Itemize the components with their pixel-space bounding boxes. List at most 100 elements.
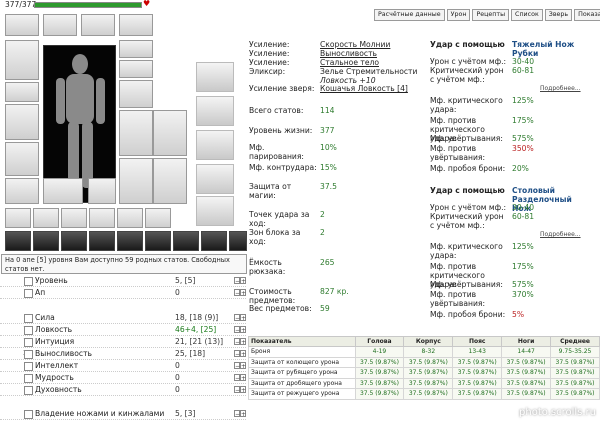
more-link[interactable]: Подробнее... bbox=[540, 85, 581, 92]
tab-2[interactable]: Рецепты bbox=[472, 9, 510, 21]
buff-value[interactable]: Скорость Молнии bbox=[320, 40, 390, 49]
belt-slot[interactable] bbox=[5, 178, 39, 204]
stat-plus-minus: −+ bbox=[234, 374, 247, 382]
tab-5[interactable]: Показатели bbox=[574, 9, 600, 21]
tab-0[interactable]: Расчётные данные bbox=[374, 9, 445, 21]
weapon-slot[interactable] bbox=[5, 104, 39, 140]
stat-plus-minus: −+ bbox=[234, 277, 247, 285]
stat-input[interactable] bbox=[24, 314, 33, 323]
armor-slot[interactable] bbox=[5, 142, 39, 176]
rune-slot[interactable] bbox=[5, 231, 31, 251]
plus-button[interactable]: + bbox=[240, 338, 246, 346]
rune-slot[interactable] bbox=[61, 231, 87, 251]
summary-label: Зон блока за ход: bbox=[249, 228, 301, 246]
equipment-slot[interactable] bbox=[43, 14, 77, 36]
stat-input[interactable] bbox=[24, 410, 33, 419]
crit-label: Критический урон с учётом мф.: bbox=[430, 212, 504, 230]
tab-bar: Расчётные данные Урон Рецепты Список Зверь По… bbox=[374, 9, 600, 21]
table-cell: 37.5 (9.87%) bbox=[452, 367, 503, 379]
tab-3[interactable]: Список bbox=[511, 9, 543, 21]
pet-slot[interactable] bbox=[196, 62, 234, 92]
table-row: Защита от рубящего урона 37.5 (9.87%) 37.5… bbox=[248, 367, 600, 379]
stat-plus-minus: −+ bbox=[234, 410, 247, 418]
rune-slot[interactable] bbox=[33, 231, 59, 251]
table-cell: Броня bbox=[248, 346, 356, 358]
equipment-slot[interactable] bbox=[119, 14, 153, 36]
rune-slot[interactable] bbox=[229, 231, 247, 251]
plus-button[interactable]: + bbox=[240, 350, 246, 358]
stat-input[interactable] bbox=[24, 338, 33, 347]
stat-input[interactable] bbox=[24, 362, 33, 371]
table-cell: 37.5 (9.87%) bbox=[354, 356, 405, 368]
weapon-stat-label: Мф. увёртывания: bbox=[430, 280, 503, 289]
rune-slot[interactable] bbox=[173, 231, 199, 251]
plus-button[interactable]: + bbox=[240, 374, 246, 382]
equipment-slot[interactable] bbox=[81, 14, 115, 36]
tab-4[interactable]: Зверь bbox=[544, 9, 573, 21]
cloak-slot[interactable] bbox=[153, 158, 187, 204]
leggings-slot[interactable] bbox=[119, 158, 153, 204]
table-cell: 37.5 (9.87%) bbox=[452, 388, 503, 400]
buff-value[interactable]: Выносливость bbox=[320, 49, 377, 58]
ring-slot[interactable] bbox=[119, 60, 153, 78]
table-cell: 37.5 (9.87%) bbox=[550, 388, 600, 400]
table-cell: 37.5 (9.87%) bbox=[501, 356, 552, 368]
table-cell: 37.5 (9.87%) bbox=[550, 356, 600, 368]
rune-slot[interactable] bbox=[145, 231, 171, 251]
tab-1[interactable]: Урон bbox=[446, 9, 471, 21]
pet-slot[interactable] bbox=[196, 130, 234, 160]
helmet-slot[interactable] bbox=[5, 40, 39, 80]
pet-slot[interactable] bbox=[196, 96, 234, 126]
stat-name: Ловкость bbox=[35, 325, 73, 334]
rune-slot[interactable] bbox=[89, 231, 115, 251]
bag-slot[interactable] bbox=[5, 208, 31, 228]
stat-input[interactable] bbox=[24, 326, 33, 335]
weapon-stat-label: Мф. против увёртывания: bbox=[430, 290, 486, 308]
crit-label: Критический урон с учётом мф.: bbox=[430, 66, 504, 84]
stat-plus-minus: −+ bbox=[234, 314, 247, 322]
boots-slot[interactable] bbox=[88, 178, 116, 204]
stat-input[interactable] bbox=[24, 277, 33, 286]
plus-button[interactable]: + bbox=[240, 289, 246, 297]
stat-input[interactable] bbox=[24, 386, 33, 395]
stat-name: Интуиция bbox=[35, 337, 75, 346]
table-cell: 37.5 (9.87%) bbox=[403, 356, 454, 368]
shirt-slot[interactable] bbox=[153, 110, 187, 156]
plus-button[interactable]: + bbox=[240, 277, 246, 285]
amulet-slot[interactable] bbox=[5, 82, 39, 102]
table-cell: 37.5 (9.87%) bbox=[354, 367, 405, 379]
weapon-name[interactable]: Тяжелый Нож Рубки bbox=[512, 40, 582, 58]
buff-value[interactable]: Кошачья Ловкость [4] bbox=[320, 84, 408, 93]
plus-button[interactable]: + bbox=[240, 314, 246, 322]
shield-slot[interactable] bbox=[43, 178, 83, 204]
plus-button[interactable]: + bbox=[240, 410, 246, 418]
bag-slot[interactable] bbox=[145, 208, 171, 228]
hp-bar-fill bbox=[35, 3, 141, 7]
rune-slot[interactable] bbox=[117, 231, 143, 251]
pet-slot[interactable] bbox=[196, 164, 234, 194]
stat-input[interactable] bbox=[24, 289, 33, 298]
equipment-slot[interactable] bbox=[5, 14, 39, 36]
summary-value: 827 кр. bbox=[320, 287, 349, 296]
ring-slot[interactable] bbox=[119, 40, 153, 58]
stat-input[interactable] bbox=[24, 350, 33, 359]
plus-button[interactable]: + bbox=[240, 386, 246, 394]
watermark: photo.scrolls.ru bbox=[519, 407, 596, 418]
more-link[interactable]: Подробнее... bbox=[540, 231, 581, 238]
summary-value: 59 bbox=[320, 304, 330, 313]
table-cell: Защита от режущего урона bbox=[248, 388, 356, 400]
bag-slot[interactable] bbox=[117, 208, 143, 228]
bag-slot[interactable] bbox=[61, 208, 87, 228]
bag-slot[interactable] bbox=[89, 208, 115, 228]
buff-value[interactable]: Стальное тело bbox=[320, 58, 379, 67]
stat-input[interactable] bbox=[24, 374, 33, 383]
table-row: Защита от режущего урона 37.5 (9.87%) 37.5… bbox=[248, 388, 600, 400]
pet-slot[interactable] bbox=[196, 196, 234, 226]
rune-slot[interactable] bbox=[201, 231, 227, 251]
plus-button[interactable]: + bbox=[240, 326, 246, 334]
gloves-slot[interactable] bbox=[119, 80, 153, 108]
plus-button[interactable]: + bbox=[240, 362, 246, 370]
summary-value: 377 bbox=[320, 126, 335, 135]
bag-slot[interactable] bbox=[33, 208, 59, 228]
pants-slot[interactable] bbox=[119, 110, 153, 156]
